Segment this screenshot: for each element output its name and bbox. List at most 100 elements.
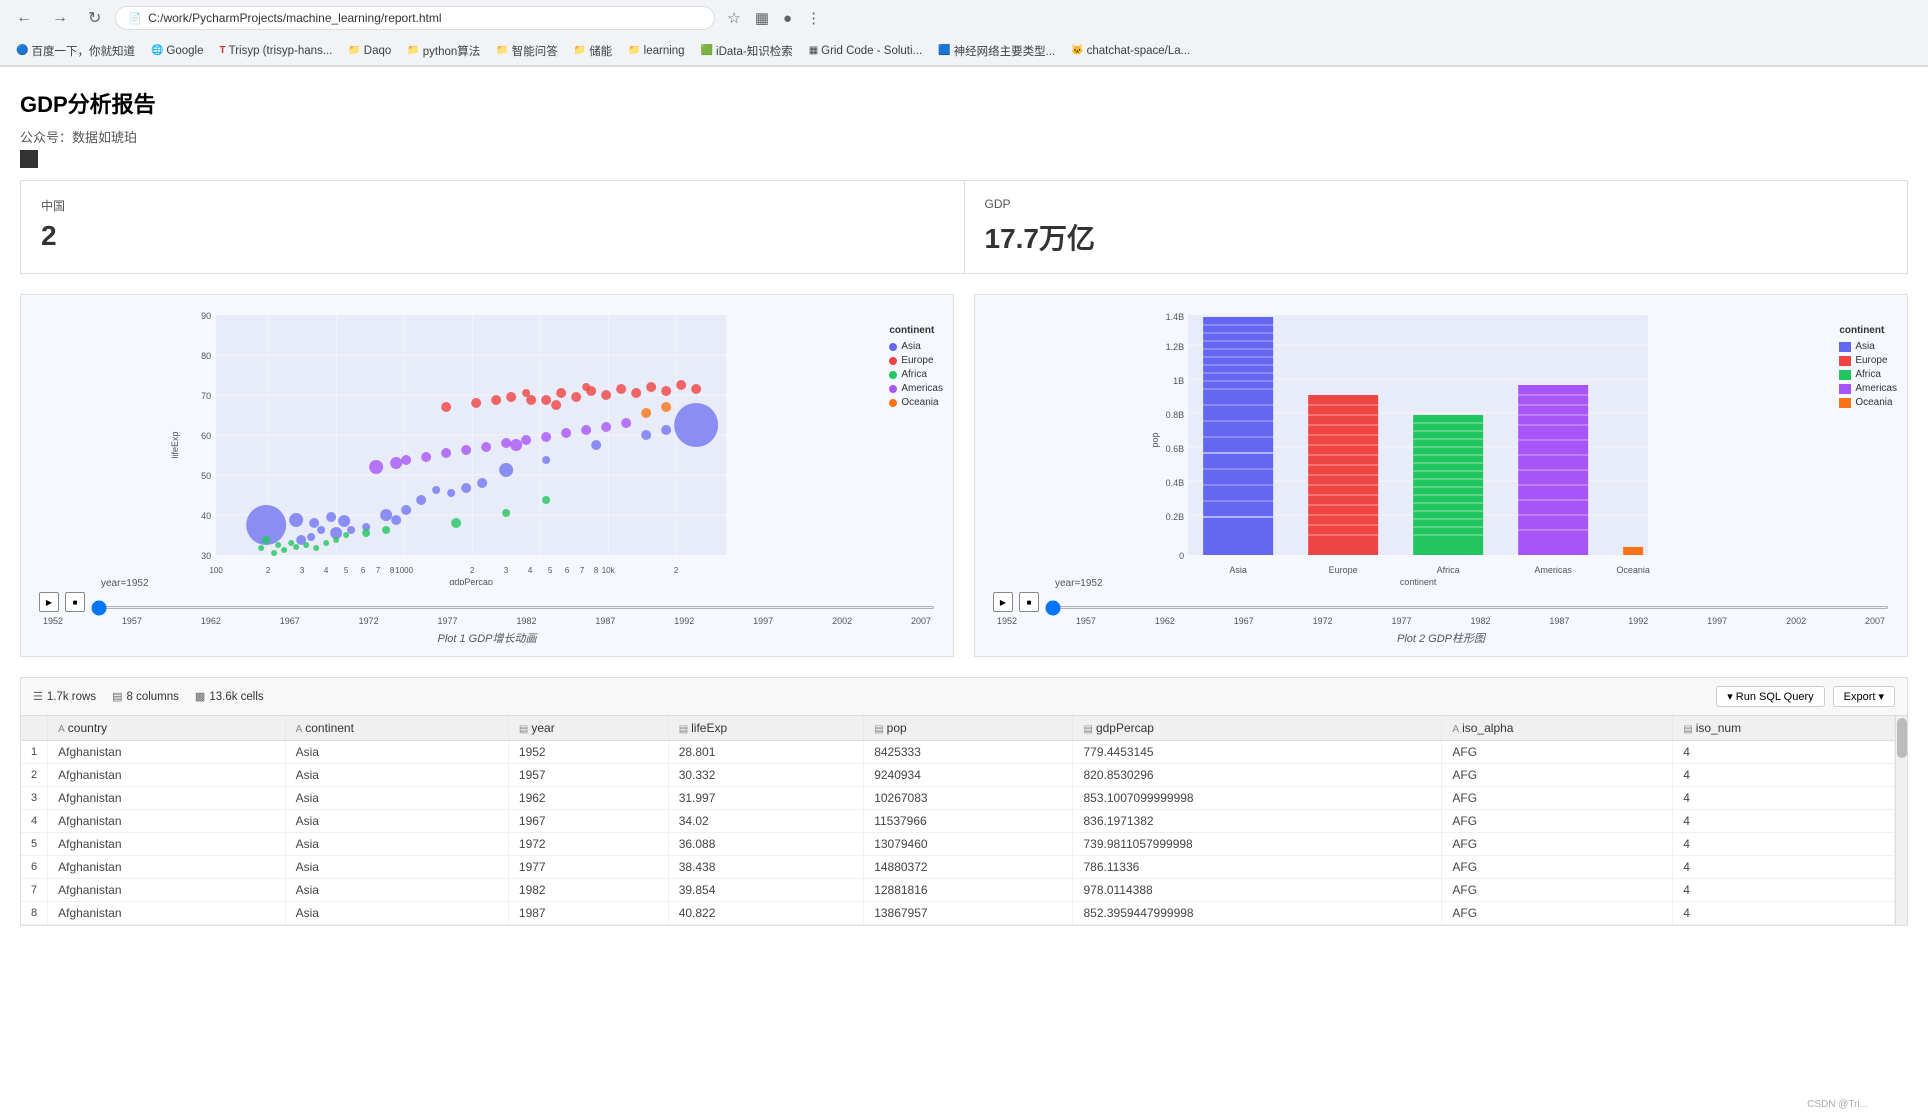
year-tick-2007: 2007 xyxy=(911,616,931,626)
legend-label-americas-2: Americas xyxy=(1855,383,1897,394)
chart2-tick-1957: 1957 xyxy=(1076,616,1096,626)
svg-text:30: 30 xyxy=(201,551,211,561)
menu-button[interactable]: ⋮ xyxy=(802,7,825,29)
legend-label-africa-1: Africa xyxy=(901,369,927,380)
bookmark-chatchat[interactable]: 🐱 chatchat-space/La... xyxy=(1065,43,1196,59)
year-tick-2002: 2002 xyxy=(832,616,852,626)
address-bar[interactable]: 📄 C:/work/PycharmProjects/machine_learni… xyxy=(115,6,715,30)
rows-icon: ☰ xyxy=(33,690,43,703)
chart2-legend-title: continent xyxy=(1839,325,1897,336)
row-number: 7 xyxy=(21,879,48,902)
bookmark-trisyp-label: Trisyp (trisyp-hans... xyxy=(229,45,333,57)
col-iso-num[interactable]: ▤iso_num xyxy=(1673,716,1895,741)
chart2-tick-1962: 1962 xyxy=(1155,616,1175,626)
run-sql-button[interactable]: ▾ Run SQL Query xyxy=(1716,686,1824,707)
profile-button[interactable]: ● xyxy=(779,8,796,29)
chart2-legend: continent Asia Europe Africa xyxy=(1839,305,1897,588)
chart2-tick-1972: 1972 xyxy=(1313,616,1333,626)
ai-folder-icon: 📁 xyxy=(496,45,508,56)
chart1-legend: continent Asia Europe Africa xyxy=(889,305,943,588)
chart2-year-slider[interactable] xyxy=(1045,606,1889,609)
bookmark-idata[interactable]: 🟩 iData-知识检索 xyxy=(695,41,799,61)
export-button[interactable]: Export ▾ xyxy=(1833,686,1895,707)
cell-country: Afghanistan xyxy=(48,787,285,810)
row-number: 8 xyxy=(21,902,48,925)
cell-year: 1957 xyxy=(508,764,668,787)
bookmark-energy[interactable]: 📁 储能 xyxy=(568,41,618,61)
chart2-play-button[interactable]: ▶ xyxy=(993,592,1013,612)
svg-text:4: 4 xyxy=(324,566,329,575)
bookmark-ai[interactable]: 📁 智能问答 xyxy=(490,41,563,61)
pop-col-icon: ▤ xyxy=(874,724,883,735)
bookmark-neural[interactable]: 🟦 神经网络主要类型... xyxy=(932,41,1061,61)
bookmark-chatchat-label: chatchat-space/La... xyxy=(1087,45,1191,57)
bookmark-baidu[interactable]: 🔵 百度一下，你就知道 xyxy=(10,41,141,61)
col-iso-alpha[interactable]: Aiso_alpha xyxy=(1442,716,1673,741)
cell-country: Afghanistan xyxy=(48,856,285,879)
cell-pop: 11537966 xyxy=(864,810,1073,833)
svg-text:4: 4 xyxy=(528,566,533,575)
americas-dot-1 xyxy=(889,385,897,393)
bookmark-star-button[interactable]: ☆ xyxy=(723,7,744,29)
scrollbar-thumb[interactable] xyxy=(1897,718,1907,758)
kpi-gdp-label: GDP xyxy=(985,197,1888,211)
table-row: 1 Afghanistan Asia 1952 28.801 8425333 7… xyxy=(21,741,1895,764)
table-actions: ▾ Run SQL Query Export ▾ xyxy=(1716,686,1895,707)
col-lifeexp[interactable]: ▤lifeExp xyxy=(668,716,864,741)
africa-dot-1 xyxy=(889,371,897,379)
cell-country: Afghanistan xyxy=(48,902,285,925)
cell-continent: Asia xyxy=(285,833,508,856)
row-number: 3 xyxy=(21,787,48,810)
svg-text:80: 80 xyxy=(201,351,211,361)
back-button[interactable]: ← xyxy=(10,7,38,29)
col-pop[interactable]: ▤pop xyxy=(864,716,1073,741)
cell-lifeexp: 28.801 xyxy=(668,741,864,764)
bookmark-google[interactable]: 🌐 Google xyxy=(145,43,210,59)
col-year[interactable]: ▤year xyxy=(508,716,668,741)
cell-iso-alpha: AFG xyxy=(1442,833,1673,856)
col-continent[interactable]: Acontinent xyxy=(285,716,508,741)
bookmark-python[interactable]: 📁 python算法 xyxy=(401,41,486,61)
chart1-play-button[interactable]: ▶ xyxy=(39,592,59,612)
trisyp-icon: T xyxy=(220,45,226,56)
table-row: 5 Afghanistan Asia 1972 36.088 13079460 … xyxy=(21,833,1895,856)
svg-text:Americas: Americas xyxy=(1534,565,1572,575)
year-tick-1977: 1977 xyxy=(438,616,458,626)
cell-iso-num: 4 xyxy=(1673,764,1895,787)
chart2-stop-button[interactable]: ■ xyxy=(1019,592,1039,612)
col-gdppercap[interactable]: ▤gdpPercap xyxy=(1073,716,1442,741)
bookmark-learning[interactable]: 📁 learning xyxy=(622,43,690,59)
table-scrollbar[interactable] xyxy=(1895,716,1907,925)
cell-iso-num: 4 xyxy=(1673,787,1895,810)
legend-label-oceania-1: Oceania xyxy=(901,397,938,408)
chart2-legend-items: continent Asia Europe Africa xyxy=(1839,325,1897,408)
svg-text:7: 7 xyxy=(376,566,381,575)
legend-item-asia-2: Asia xyxy=(1839,341,1897,352)
cell-iso-num: 4 xyxy=(1673,879,1895,902)
cell-year: 1972 xyxy=(508,833,668,856)
chart1-stop-button[interactable]: ■ xyxy=(65,592,85,612)
cell-gdppercap: 820.8530296 xyxy=(1073,764,1442,787)
asia-rect-2 xyxy=(1839,342,1851,352)
svg-text:1B: 1B xyxy=(1173,376,1184,386)
reload-button[interactable]: ↻ xyxy=(82,6,107,30)
split-view-button[interactable]: ▦ xyxy=(751,7,773,29)
legend-label-asia-2: Asia xyxy=(1855,341,1874,352)
legend-item-europe-1: Europe xyxy=(889,355,943,366)
table-with-scrollbar: Acountry Acontinent ▤year ▤lifeExp ▤pop … xyxy=(21,716,1907,925)
cell-iso-num: 4 xyxy=(1673,741,1895,764)
forward-button[interactable]: → xyxy=(46,7,74,29)
csdn-watermark: CSDN @Tri... xyxy=(1807,1099,1868,1110)
baidu-icon: 🔵 xyxy=(16,45,28,56)
table-row: 6 Afghanistan Asia 1977 38.438 14880372 … xyxy=(21,856,1895,879)
col-country[interactable]: Acountry xyxy=(48,716,285,741)
bookmark-trisyp[interactable]: T Trisyp (trisyp-hans... xyxy=(214,43,339,59)
chart1-year-slider[interactable] xyxy=(91,606,935,609)
bookmark-gridcode[interactable]: ▦ Grid Code - Soluti... xyxy=(803,43,928,59)
kpi-gdp-value: 17.7万亿 xyxy=(985,217,1888,257)
svg-text:5: 5 xyxy=(344,566,349,575)
legend-item-americas-1: Americas xyxy=(889,383,943,394)
page-title: GDP分析报告 xyxy=(20,87,1908,119)
svg-text:8: 8 xyxy=(594,566,599,575)
bookmark-daqo[interactable]: 📁 Daqo xyxy=(342,43,397,59)
